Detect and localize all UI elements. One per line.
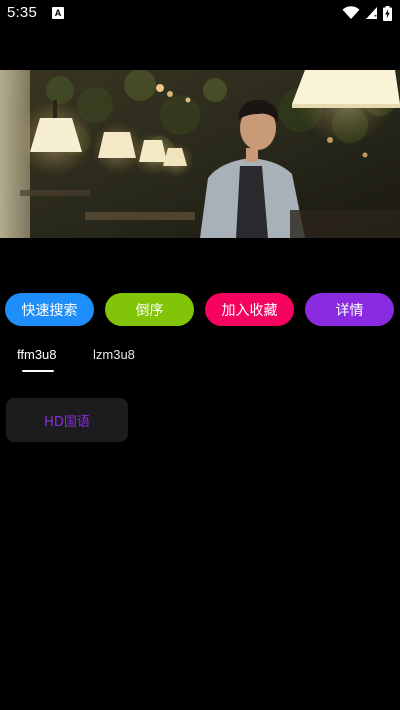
status-bar: 5:35 A: [0, 0, 400, 28]
app-notification-glyph: A: [54, 8, 62, 18]
action-buttons: 快速搜索 倒序 加入收藏 详情: [5, 293, 395, 326]
source-tabs: ffm3u8 lzm3u8: [0, 338, 400, 376]
cellular-signal-icon: [366, 7, 377, 19]
battery-charging-icon: [383, 5, 392, 21]
tab-selected-indicator: [22, 370, 54, 372]
reverse-order-button[interactable]: 倒序: [105, 293, 194, 326]
app-notification-icon: A: [52, 7, 64, 19]
wifi-icon: [342, 6, 360, 19]
add-to-favorites-button[interactable]: 加入收藏: [205, 293, 294, 326]
episode-chip[interactable]: HD国语: [6, 398, 128, 442]
status-icons: [342, 5, 392, 21]
video-frame-image: [0, 70, 400, 238]
tab-ffm3u8[interactable]: ffm3u8: [17, 347, 57, 362]
status-time: 5:35: [7, 4, 37, 21]
quick-search-button[interactable]: 快速搜索: [5, 293, 94, 326]
tab-lzm3u8[interactable]: lzm3u8: [93, 347, 135, 362]
video-player[interactable]: [0, 70, 400, 238]
details-button[interactable]: 详情: [305, 293, 394, 326]
